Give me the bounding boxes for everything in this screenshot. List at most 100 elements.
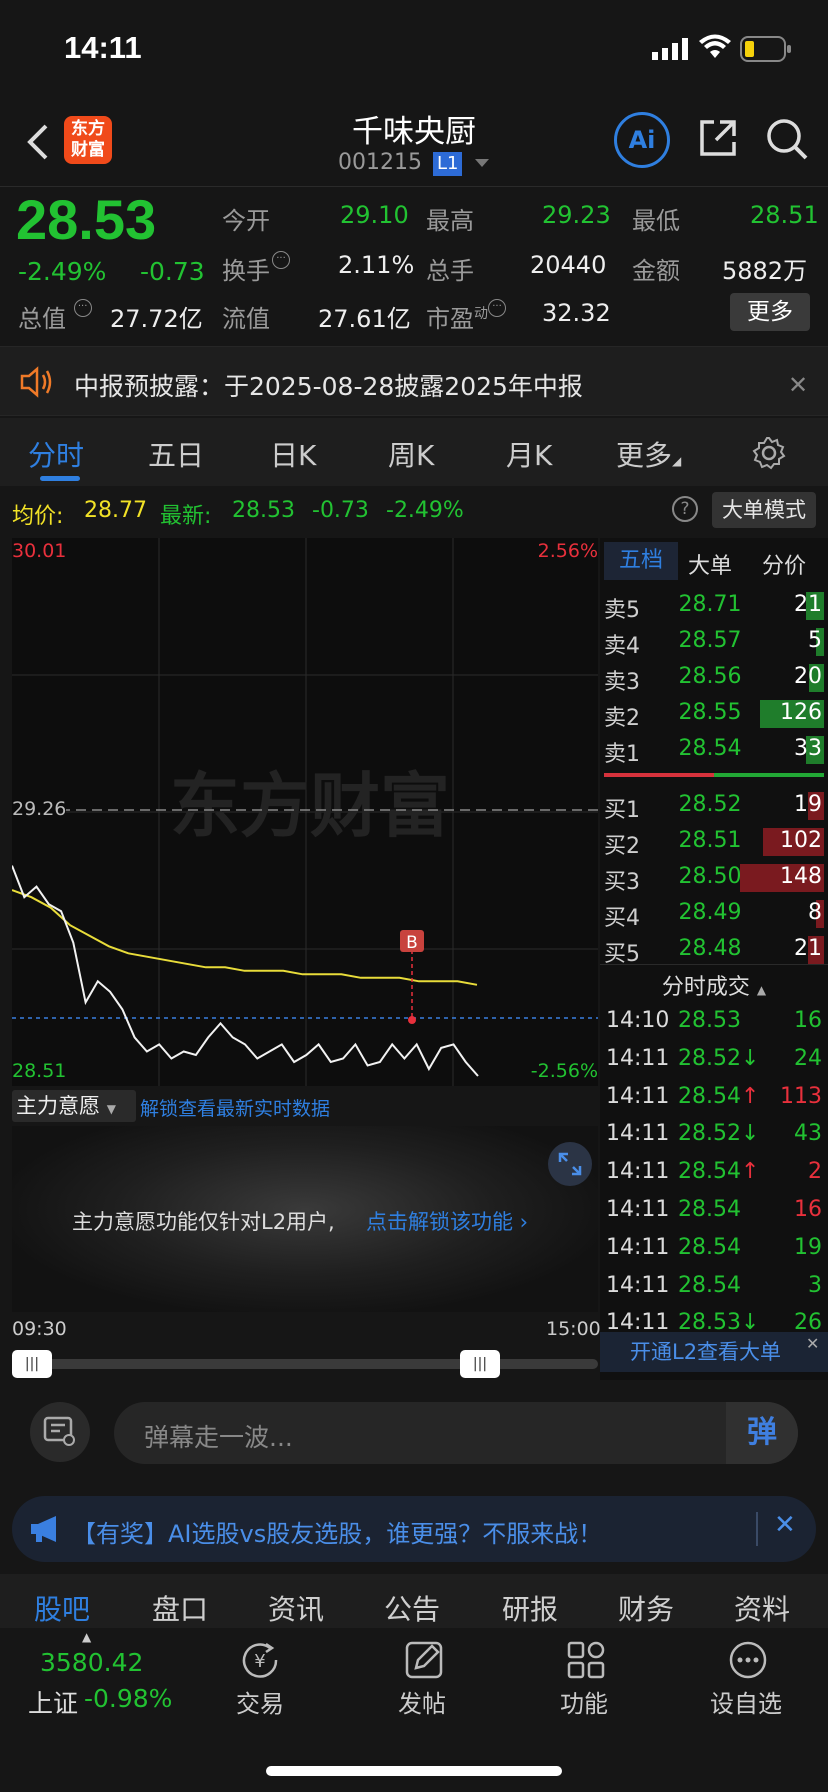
info-icon[interactable]: ···	[488, 299, 506, 317]
float-value: 27.61亿	[318, 305, 411, 333]
trade-label[interactable]: 交易	[236, 1684, 284, 1719]
ask-volume: 5	[808, 628, 822, 653]
latest-label: 最新:	[160, 504, 212, 529]
trade-time: 14:10	[606, 1008, 670, 1033]
subtab-forum[interactable]: 股吧	[34, 1588, 90, 1628]
watchlist-label[interactable]: 设自选	[710, 1684, 782, 1719]
buy-marker: B	[406, 933, 418, 953]
time-range-slider[interactable]: ||| |||	[12, 1350, 598, 1378]
pe-label: 市盈动 ···	[426, 299, 506, 334]
expand-icon[interactable]	[548, 1142, 592, 1186]
danmaku-settings-icon[interactable]	[30, 1402, 90, 1462]
trades-title[interactable]: 分时成交 ▲	[600, 964, 828, 1001]
ask-level-label: 卖4	[604, 634, 640, 659]
ask-price: 28.71	[678, 592, 742, 617]
tab-daily-k[interactable]: 日K	[270, 434, 316, 474]
trade-time: 14:11	[606, 1121, 670, 1147]
post-icon[interactable]	[404, 1640, 444, 1684]
tab-intraday[interactable]: 分时	[28, 434, 84, 474]
level-badge: L1	[432, 152, 463, 176]
cellular-signal-icon	[652, 38, 688, 64]
mid-price-label: 29.26	[12, 798, 67, 820]
trade-time: 14:11	[606, 1197, 670, 1222]
danmaku-placeholder: 弹幕走一波...	[144, 1423, 293, 1452]
notice-banner[interactable]: 中报预披露：于2025-08-28披露2025年中报 ✕	[0, 346, 828, 416]
close-icon[interactable]: ✕	[806, 1334, 819, 1353]
danmaku-input[interactable]: 弹幕走一波... 弹	[114, 1402, 798, 1464]
speaker-icon	[18, 365, 54, 403]
tab-five-levels[interactable]: 五档	[604, 542, 678, 580]
post-label[interactable]: 发帖	[398, 1684, 446, 1719]
ai-label: Ai	[628, 126, 656, 154]
trade-price: 28.52↓	[678, 1045, 760, 1071]
mainforce-dropdown[interactable]: 主力意愿 ▼	[12, 1090, 136, 1122]
unlock-link[interactable]: 解锁查看最新实时数据	[140, 1094, 330, 1121]
trade-volume: 43	[794, 1121, 822, 1147]
chart-tabs: 分时 五日 日K 周K 月K 更多◢	[0, 418, 828, 486]
open-value: 29.10	[340, 201, 409, 229]
bid-row[interactable]: 买2 28.51 102	[600, 824, 828, 860]
ask-row[interactable]: 卖2 28.55 126	[600, 696, 828, 732]
danmaku-bar: 弹幕走一波... 弹	[0, 1384, 828, 1480]
tab-large-orders[interactable]: 大单	[688, 548, 732, 580]
search-icon[interactable]	[764, 116, 810, 166]
ask-row[interactable]: 卖1 28.54 33	[600, 732, 828, 768]
subtab-profile[interactable]: 资料	[734, 1588, 790, 1628]
trade-icon[interactable]: ¥	[236, 1640, 284, 1684]
large-order-mode-button[interactable]: 大单模式	[712, 492, 816, 528]
function-label[interactable]: 功能	[560, 1684, 608, 1719]
trade-time: 14:11	[606, 1272, 670, 1298]
index-name[interactable]: 上证	[28, 1684, 78, 1720]
danmaku-send-button[interactable]: 弹	[726, 1402, 798, 1464]
ai-button[interactable]: Ai	[614, 112, 670, 168]
bid-volume: 148	[780, 864, 822, 889]
trade-price: 28.53	[678, 1008, 741, 1033]
chevron-down-icon	[475, 159, 490, 167]
info-icon[interactable]: ···	[73, 299, 92, 317]
tab-monthly-k[interactable]: 月K	[506, 434, 552, 474]
chart-info-line: 均价: 28.77 最新: 28.53 -0.73 -2.49% ? 大单模式	[0, 486, 828, 538]
bid-row[interactable]: 买3 28.50 148	[600, 860, 828, 896]
intraday-chart[interactable]: 东方财富 B 30.01 2.56% 29.26 28.51 -2.56%	[12, 538, 598, 1086]
slider-handle-left[interactable]: |||	[12, 1350, 52, 1378]
tab-five-day[interactable]: 五日	[148, 434, 204, 474]
bid-row[interactable]: 买1 28.52 19	[600, 788, 828, 824]
ask-price: 28.57	[678, 628, 742, 653]
slider-handle-right[interactable]: |||	[460, 1350, 500, 1378]
stock-code: 001215	[338, 150, 422, 175]
ask-row[interactable]: 卖4 28.57 5	[600, 624, 828, 660]
mainforce-unlock-link[interactable]: 点击解锁该功能 ›	[366, 1206, 528, 1236]
share-icon[interactable]	[696, 116, 740, 164]
subtab-handicap[interactable]: 盘口	[152, 1588, 208, 1628]
l2-banner[interactable]: 开通L2查看大单	[600, 1332, 828, 1372]
promo-banner[interactable]: 【有奖】AI选股vs股友选股，谁更强？不服来战！ ✕	[12, 1496, 816, 1562]
watchlist-icon[interactable]	[728, 1640, 768, 1684]
subtab-announcements[interactable]: 公告	[384, 1588, 440, 1628]
tab-weekly-k[interactable]: 周K	[388, 434, 434, 474]
ask-row[interactable]: 卖5 28.71 21	[600, 588, 828, 624]
gear-icon[interactable]	[752, 436, 786, 474]
change-amount: -0.73	[140, 257, 205, 286]
bid-row[interactable]: 买5 28.48 21	[600, 932, 828, 968]
float-label: 流值	[222, 305, 270, 333]
help-icon[interactable]: ?	[672, 496, 698, 522]
bid-row[interactable]: 买4 28.49 8	[600, 896, 828, 932]
chart-watermark: 东方财富	[170, 765, 450, 847]
info-icon[interactable]: ···	[272, 251, 290, 269]
subtab-research[interactable]: 研报	[502, 1588, 558, 1628]
close-icon[interactable]: ✕	[774, 1510, 796, 1540]
ask-row[interactable]: 卖3 28.56 20	[600, 660, 828, 696]
close-icon[interactable]: ✕	[788, 371, 808, 399]
subtab-finance[interactable]: 财务	[618, 1588, 674, 1628]
more-button[interactable]: 更多	[730, 293, 810, 331]
low-value: 28.51	[750, 201, 819, 229]
subtab-news[interactable]: 资讯	[268, 1588, 324, 1628]
tab-more[interactable]: 更多◢	[616, 434, 681, 474]
trade-time: 14:11	[606, 1234, 670, 1260]
tab-price-dist[interactable]: 分价	[762, 548, 806, 580]
trade-volume: 2	[808, 1159, 822, 1185]
stock-code-row[interactable]: 001215 L1	[338, 150, 498, 180]
index-pct[interactable]: -0.98%	[84, 1684, 172, 1713]
index-value[interactable]: 3580.42	[40, 1648, 143, 1677]
function-icon[interactable]	[566, 1640, 606, 1684]
